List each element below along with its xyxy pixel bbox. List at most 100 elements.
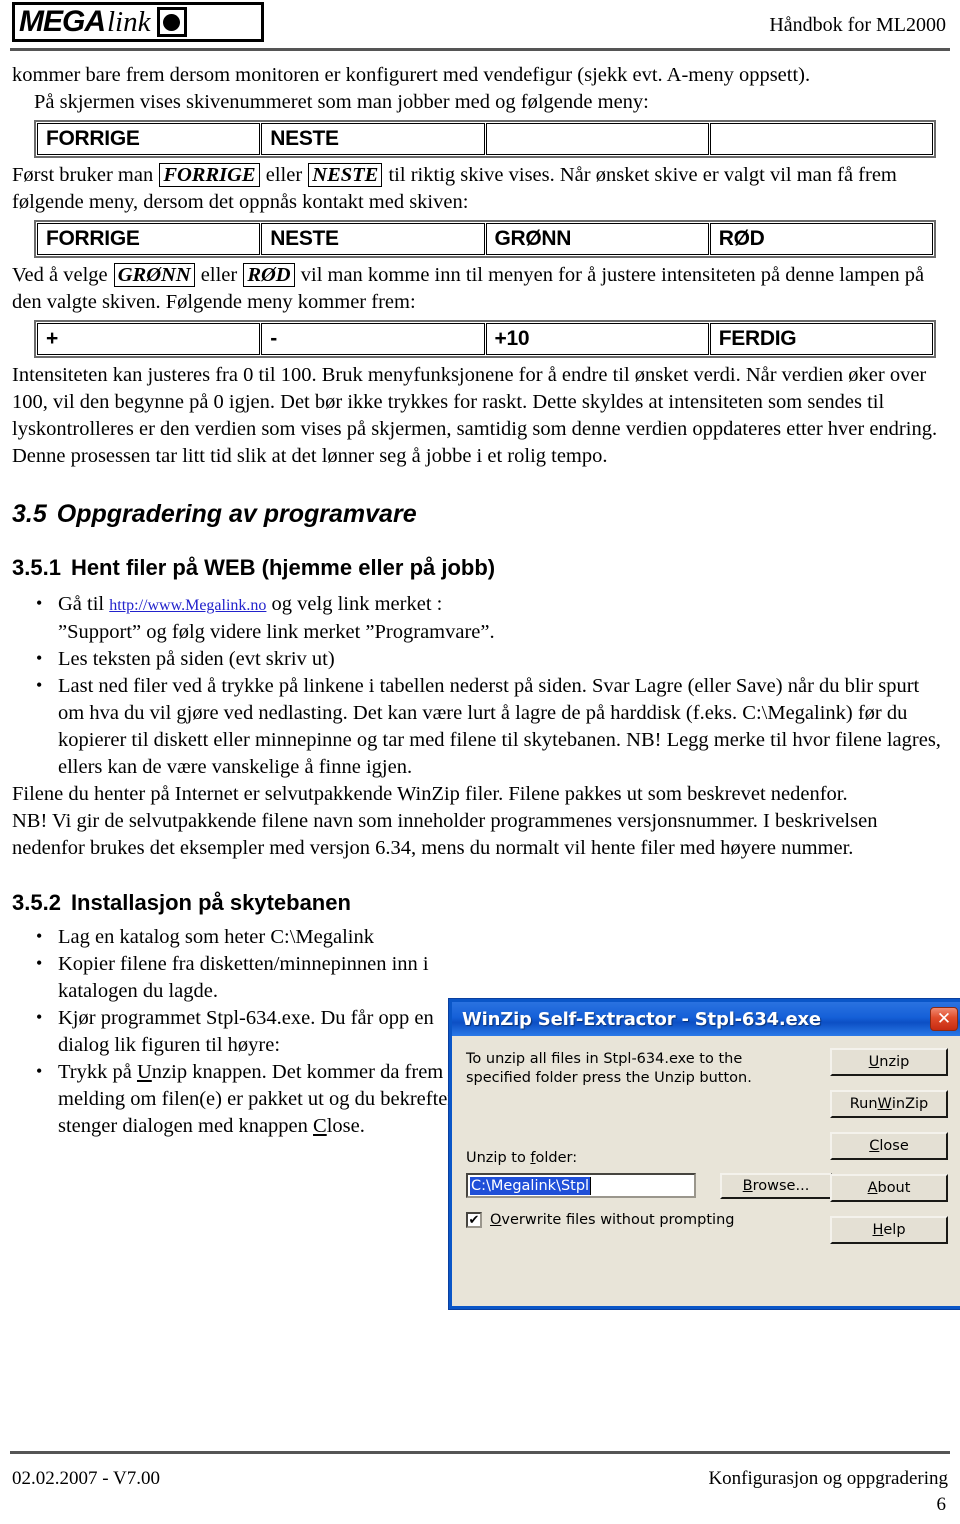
header-divider [10, 48, 950, 51]
accel-letter: C [869, 1138, 880, 1154]
close-icon[interactable]: ✕ [930, 1007, 958, 1031]
text-fragment: rowse... [752, 1178, 810, 1194]
text-fragment: bout [877, 1180, 911, 1196]
menu-cell[interactable]: FORRIGE [37, 123, 261, 155]
text-fragment: ”Support” og følg videre link merket ”Pr… [58, 621, 495, 643]
help-button[interactable]: Help [830, 1216, 948, 1244]
menu-cell[interactable] [709, 123, 933, 155]
text-fragment: Run [849, 1096, 878, 1112]
text-fragment: verwrite files without prompting [501, 1212, 735, 1228]
text-fragment: Gå til [58, 593, 110, 615]
megalink-logo: MEGA link [12, 2, 264, 42]
text-fragment: lose [879, 1138, 909, 1154]
accel-letter: U [136, 1061, 152, 1083]
text-fragment: eller [260, 164, 308, 186]
header-manual-title: Håndbok for ML2000 [769, 14, 946, 36]
list-item: Kopier filene fra disketten/minnepinnen … [36, 950, 488, 1005]
text-fragment: Først bruker man [12, 164, 159, 186]
unzip-to-folder-label: Unzip to folder: [466, 1150, 577, 1166]
overwrite-files-checkbox-row[interactable]: ✔ Overwrite files without prompting [466, 1212, 734, 1228]
menu-bar-table-3: + - +10 FERDIG [34, 320, 936, 358]
logo-link-text: link [107, 5, 151, 38]
section-number: 3.5.2 [12, 890, 61, 915]
menu-cell[interactable]: +10 [485, 323, 709, 355]
menu-bar-table-2: FORRIGE NESTE GRØNN RØD [34, 220, 936, 258]
text-fragment: og velg link merket : [266, 593, 443, 615]
run-winzip-button[interactable]: Run WinZip [830, 1090, 948, 1118]
footer-section-name: Konfigurasjon og oppgradering [708, 1468, 948, 1489]
unzip-button[interactable]: Unzip [830, 1048, 948, 1076]
text-fragment: Trykk på [58, 1061, 137, 1083]
version-note-paragraph: NB! Vi gir de selvutpakkende filene navn… [12, 810, 878, 859]
overwrite-files-label: Overwrite files without prompting [490, 1212, 734, 1228]
accel-letter: H [872, 1222, 884, 1238]
inline-key-gronn: GRØNN [113, 263, 195, 287]
text-fragment: older: [535, 1150, 578, 1166]
bullet-list-3-5-1: Gå til http://www.Megalink.no og velg li… [12, 590, 948, 781]
menu-cell[interactable] [485, 123, 709, 155]
section-title: Oppgradering av programvare [56, 500, 417, 528]
accel-letter: B [742, 1178, 753, 1194]
list-item: Les teksten på siden (evt skriv ut) [36, 645, 948, 673]
dialog-body: To unzip all files in Stpl-634.exe to th… [452, 1036, 960, 1306]
inline-key-rod: RØD [243, 263, 295, 287]
menu-cell[interactable]: RØD [709, 223, 933, 255]
text-fragment: eller [195, 264, 243, 286]
intro-line-1: kommer bare frem dersom monitoren er kon… [12, 64, 811, 86]
unzip-folder-value: C:\Megalink\Stpl [470, 1176, 592, 1195]
accel-letter: C [313, 1115, 327, 1137]
paragraph-after-table-3: Intensiteten kan justeres fra 0 til 100.… [12, 364, 938, 467]
text-fragment: nzip [879, 1054, 910, 1070]
footer-date-version: 02.02.2007 - V7.00 [12, 1468, 160, 1489]
section-title: Installasjon på skytebanen [70, 890, 351, 915]
bullet-list-3-5-2: Lag en katalog som heter C:\Megalink Kop… [12, 923, 488, 1140]
list-item: Last ned filer ved å trykke på linkene i… [36, 672, 948, 781]
page-number: 6 [936, 1494, 947, 1515]
menu-cell[interactable]: GRØNN [485, 223, 709, 255]
menu-cell[interactable]: - [261, 323, 485, 355]
intro-line-2: På skjermen vises skivenummeret som man … [34, 91, 649, 113]
section-heading-3-5-2: 3.5.2 Installasjon på skytebanen [12, 890, 948, 916]
text-fragment: lose. [326, 1115, 365, 1137]
about-button[interactable]: About [830, 1174, 948, 1202]
document-body: kommer bare frem dersom monitoren er kon… [12, 62, 948, 1140]
section-number: 3.5 [12, 500, 47, 528]
menu-cell[interactable]: FORRIGE [37, 223, 261, 255]
paragraph-after-table-1: Først bruker man FORRIGE eller NESTE til… [12, 162, 948, 216]
section-number: 3.5.1 [12, 555, 61, 580]
inline-key-neste: NESTE [308, 163, 383, 187]
accel-letter: A [867, 1180, 878, 1196]
logo-dot [163, 13, 180, 31]
section-heading-3-5: 3.5 Oppgradering av programvare [12, 500, 948, 529]
dialog-message: To unzip all files in Stpl-634.exe to th… [466, 1051, 752, 1086]
section-heading-3-5-1: 3.5.1 Hent filer på WEB (hjemme eller på … [12, 555, 948, 581]
page-header: MEGA link Håndbok for ML2000 [0, 0, 960, 56]
menu-cell[interactable]: NESTE [261, 223, 485, 255]
page-footer: 02.02.2007 - V7.00 Konfigurasjon og oppg… [12, 1468, 948, 1490]
text-fragment: Ved å velge [12, 264, 113, 286]
inline-key-forrige: FORRIGE [159, 163, 260, 187]
megalink-url-link[interactable]: http://www.Megalink.no [109, 597, 266, 614]
dialog-button-column: Unzip Run WinZip Close About Help [830, 1048, 948, 1258]
filled-circle-mark-icon [156, 7, 187, 37]
text-fragment: elp [883, 1222, 906, 1238]
menu-bar-table-1: FORRIGE NESTE [34, 120, 936, 158]
footer-divider [10, 1451, 950, 1454]
dialog-title: WinZip Self-Extractor - Stpl-634.exe [462, 1008, 821, 1030]
logo-mega-text: MEGA [19, 5, 106, 38]
browse-button[interactable]: Browse... [720, 1173, 832, 1199]
menu-cell[interactable]: + [37, 323, 261, 355]
list-item: Kjør programmet Stpl-634.exe. Du får opp… [36, 1004, 488, 1059]
dialog-titlebar[interactable]: WinZip Self-Extractor - Stpl-634.exe ✕ [452, 1002, 960, 1036]
checkbox-icon[interactable]: ✔ [466, 1212, 482, 1228]
accel-letter: W [877, 1096, 892, 1112]
paragraph-after-table-2: Ved å velge GRØNN eller RØD vil man komm… [12, 262, 948, 316]
close-button[interactable]: Close [830, 1132, 948, 1160]
list-item: Gå til http://www.Megalink.no og velg li… [36, 590, 948, 646]
list-item: Trykk på Unzip knappen. Det kommer da fr… [36, 1058, 488, 1140]
list-item: Lag en katalog som heter C:\Megalink [36, 923, 488, 951]
menu-cell[interactable]: NESTE [261, 123, 485, 155]
accel-letter: O [490, 1212, 502, 1228]
menu-cell[interactable]: FERDIG [709, 323, 933, 355]
unzip-folder-input[interactable]: C:\Megalink\Stpl [466, 1173, 696, 1198]
